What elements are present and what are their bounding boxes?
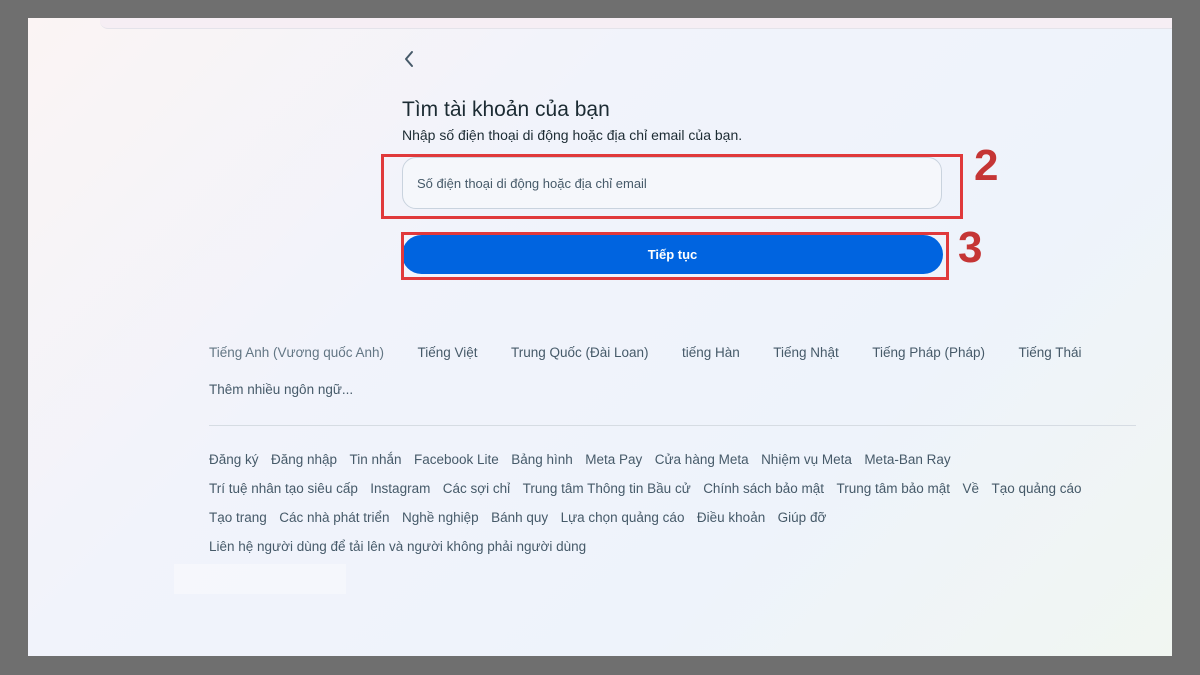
- footer-link-meta-ai[interactable]: Trí tuệ nhân tạo siêu cấp: [209, 481, 358, 496]
- language-list: Tiếng Anh (Vương quốc Anh) Tiếng Việt Tr…: [209, 344, 1111, 364]
- footer-link-meta-quest[interactable]: Nhiệm vụ Meta: [761, 452, 852, 467]
- footer-link-privacy-policy[interactable]: Chính sách bảo mật: [703, 481, 824, 496]
- language-link-japanese[interactable]: Tiếng Nhật: [773, 345, 839, 360]
- footer-row: Tạo trang Các nhà phát triển Nghề nghiệp…: [209, 509, 1169, 538]
- browser-top-strip: [100, 18, 1172, 29]
- footer-link-privacy-center[interactable]: Trung tâm bảo mật: [836, 481, 950, 496]
- footer-link-meta-store[interactable]: Cửa hàng Meta: [655, 452, 749, 467]
- footer-link-threads[interactable]: Các sợi chỉ: [443, 481, 510, 496]
- chevron-left-icon: [405, 51, 413, 67]
- language-link-thai[interactable]: Tiếng Thái: [1019, 345, 1082, 360]
- footer-link-cookies[interactable]: Bánh quy: [491, 510, 548, 525]
- page-subtitle: Nhập số điện thoại di động hoặc địa chỉ …: [402, 127, 743, 143]
- footer-link-video[interactable]: Bảng hình: [511, 452, 573, 467]
- footer-link-facebook-lite[interactable]: Facebook Lite: [414, 452, 499, 467]
- annotation-box-input: [381, 154, 963, 219]
- footer-link-log-in[interactable]: Đăng nhập: [271, 452, 337, 467]
- language-link-korean[interactable]: tiếng Hàn: [682, 345, 740, 360]
- footer-divider: [209, 425, 1136, 426]
- footer-link-developers[interactable]: Các nhà phát triển: [279, 510, 389, 525]
- footer-link-instagram[interactable]: Instagram: [370, 481, 430, 496]
- faded-overlay: [174, 564, 346, 594]
- annotation-box-button: [401, 232, 949, 280]
- annotation-step-3: 3: [958, 223, 983, 272]
- footer-link-create-page[interactable]: Tạo trang: [209, 510, 267, 525]
- footer-links: Đăng ký Đăng nhập Tin nhắn Facebook Lite…: [209, 451, 1169, 567]
- footer-link-voting-info[interactable]: Trung tâm Thông tin Bầu cử: [523, 481, 691, 496]
- back-button[interactable]: [398, 48, 420, 70]
- language-link-french[interactable]: Tiếng Pháp (Pháp): [872, 345, 985, 360]
- footer-row: Trí tuệ nhân tạo siêu cấp Instagram Các …: [209, 480, 1169, 509]
- annotation-step-2: 2: [974, 141, 999, 190]
- footer-link-careers[interactable]: Nghề nghiệp: [402, 510, 479, 525]
- footer-link-meta-ray-ban[interactable]: Meta-Ban Ray: [864, 452, 950, 467]
- footer-link-terms[interactable]: Điều khoản: [697, 510, 765, 525]
- language-link-english-uk[interactable]: Tiếng Anh (Vương quốc Anh): [209, 345, 384, 360]
- footer-row: Liên hệ người dùng để tải lên và người k…: [209, 538, 1169, 567]
- footer-link-messenger[interactable]: Tin nhắn: [350, 452, 402, 467]
- page-title: Tìm tài khoản của bạn: [402, 98, 610, 121]
- more-languages-link[interactable]: Thêm nhiều ngôn ngữ...: [209, 382, 353, 397]
- browser-viewport: Tìm tài khoản của bạn Nhập số điện thoại…: [28, 18, 1172, 656]
- language-link-chinese-taiwan[interactable]: Trung Quốc (Đài Loan): [511, 345, 649, 360]
- footer-link-sign-up[interactable]: Đăng ký: [209, 452, 259, 467]
- footer-link-meta-pay[interactable]: Meta Pay: [585, 452, 642, 467]
- footer-link-help[interactable]: Giúp đỡ: [778, 510, 827, 525]
- footer-link-about[interactable]: Về: [962, 481, 979, 496]
- footer-link-create-ad[interactable]: Tạo quảng cáo: [991, 481, 1081, 496]
- footer-link-ad-choices[interactable]: Lựa chọn quảng cáo: [561, 510, 685, 525]
- footer-link-contact-uploading[interactable]: Liên hệ người dùng để tải lên và người k…: [209, 539, 586, 554]
- footer-row: Đăng ký Đăng nhập Tin nhắn Facebook Lite…: [209, 451, 1169, 480]
- language-link-vietnamese[interactable]: Tiếng Việt: [417, 345, 477, 360]
